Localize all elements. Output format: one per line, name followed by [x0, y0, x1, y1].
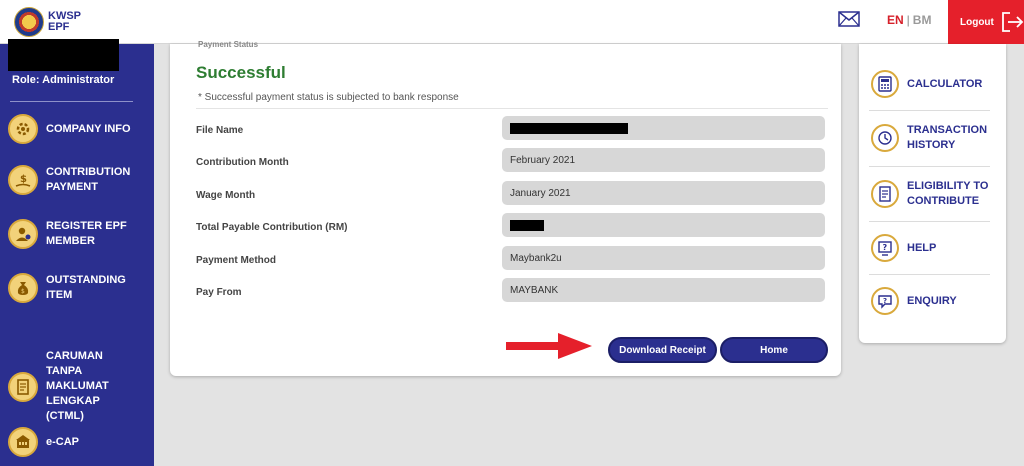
lang-bm[interactable]: BM: [913, 13, 932, 27]
language-switch: EN | BM: [887, 13, 931, 27]
sidebar-item-ecap[interactable]: e-CAP: [8, 427, 136, 457]
panel-divider: [869, 166, 990, 167]
svg-text:$: $: [21, 288, 25, 295]
svg-text:$: $: [20, 174, 27, 185]
payment-status-title: Successful: [196, 63, 286, 82]
svg-text:?: ?: [883, 243, 888, 252]
sidebar-divider: [10, 101, 133, 102]
sidebar-item-label: REGISTER EPF MEMBER: [46, 220, 127, 247]
payment-status-card: Payment Status Successful * Successful p…: [170, 40, 841, 376]
logout-icon: [1001, 12, 1024, 32]
quick-link-label: TRANSACTION HISTORY: [907, 124, 988, 151]
quick-link-label: ENQUIRY: [907, 294, 957, 307]
wage-month-label: Wage Month: [196, 190, 256, 201]
contribution-month-field: February 2021: [502, 148, 825, 172]
payment-method-field: Maybank2u: [502, 246, 825, 270]
redacted-total-payable: [510, 219, 544, 231]
panel-divider: [869, 221, 990, 222]
sidebar-item-outstanding-item[interactable]: $ OUTSTANDING ITEM: [8, 273, 136, 303]
red-arrow-annotation: [506, 333, 592, 359]
sidebar-item-register-epf-member[interactable]: REGISTER EPF MEMBER: [8, 219, 136, 249]
gear-icon: [8, 114, 38, 144]
total-payable-label: Total Payable Contribution (RM): [196, 222, 348, 233]
payment-status-note: * Successful payment status is subjected…: [198, 92, 459, 103]
money-hand-icon: $: [8, 165, 38, 195]
user-role: Role: Administrator: [12, 74, 115, 86]
contribution-month-label: Contribution Month: [196, 157, 289, 168]
pay-from-field: MAYBANK: [502, 278, 825, 302]
money-bag-icon: $: [8, 273, 38, 303]
file-name-field: [502, 116, 825, 140]
lang-separator: |: [906, 13, 910, 27]
lang-en[interactable]: EN: [887, 13, 904, 27]
pay-from-label: Pay From: [196, 287, 242, 298]
payment-method-label: Payment Method: [196, 255, 277, 266]
download-receipt-button[interactable]: Download Receipt: [608, 337, 717, 363]
user-add-icon: [8, 219, 38, 249]
sidebar-item-label: CONTRIBUTION PAYMENT: [46, 166, 131, 193]
redacted-company-name: [8, 39, 119, 71]
sidebar-item-contribution-payment[interactable]: $ CONTRIBUTION PAYMENT: [8, 165, 136, 195]
sidebar-item-label: CARUMAN TANPA MAKLUMAT LENGKAP (CTML): [46, 350, 109, 422]
quick-link-transaction-history[interactable]: TRANSACTION HISTORY: [871, 123, 997, 153]
quick-link-help[interactable]: ? HELP: [871, 234, 997, 262]
card-divider: [196, 108, 828, 109]
sidebar-item-label: OUTSTANDING ITEM: [46, 274, 126, 301]
sidebar-item-label: COMPANY INFO: [46, 122, 131, 135]
calculator-icon: [871, 70, 899, 98]
logo-line-2: EPF: [48, 21, 70, 33]
history-icon: [871, 124, 899, 152]
document-icon: [8, 371, 38, 402]
sidebar-item-ctml[interactable]: CARUMAN TANPA MAKLUMAT LENGKAP (CTML): [8, 349, 136, 424]
quick-link-label: HELP: [907, 241, 937, 254]
sidebar-item-label: e-CAP: [46, 435, 80, 448]
card-heading: Payment Status: [198, 40, 259, 49]
logout-button[interactable]: Logout: [948, 0, 1024, 44]
home-button[interactable]: Home: [720, 337, 828, 363]
quick-link-label: CALCULATOR: [907, 77, 983, 90]
sidebar-item-company-info[interactable]: COMPANY INFO: [8, 114, 136, 144]
wage-month-field: January 2021: [502, 181, 825, 205]
quick-links-panel: CALCULATOR TRANSACTION HISTORY ELIGIBILI…: [859, 44, 1006, 343]
checklist-icon: [871, 180, 899, 208]
quick-link-enquiry[interactable]: ? ENQUIRY: [871, 287, 997, 315]
help-icon: ?: [871, 234, 899, 262]
quick-link-calculator[interactable]: CALCULATOR: [871, 70, 997, 98]
panel-divider: [869, 274, 990, 275]
total-payable-field: [502, 213, 825, 237]
svg-text:?: ?: [883, 297, 887, 305]
quick-link-eligibility[interactable]: ELIGIBILITY TO CONTRIBUTE: [871, 179, 997, 209]
sidebar: Role: Administrator COMPANY INFO $ CONTR…: [0, 39, 154, 466]
redacted-file-name: [510, 122, 628, 134]
building-icon: [8, 427, 38, 457]
file-name-label: File Name: [196, 125, 244, 136]
quick-link-label: ELIGIBILITY TO CONTRIBUTE: [907, 180, 989, 207]
kwsp-logo[interactable]: KWSP EPF: [14, 7, 81, 37]
logout-label: Logout: [960, 16, 994, 28]
mail-icon[interactable]: [838, 11, 860, 27]
kwsp-emblem-icon: [14, 7, 44, 37]
enquiry-icon: ?: [871, 287, 899, 315]
panel-divider: [869, 110, 990, 111]
top-bar: KWSP EPF EN | BM Logout: [0, 0, 1024, 44]
